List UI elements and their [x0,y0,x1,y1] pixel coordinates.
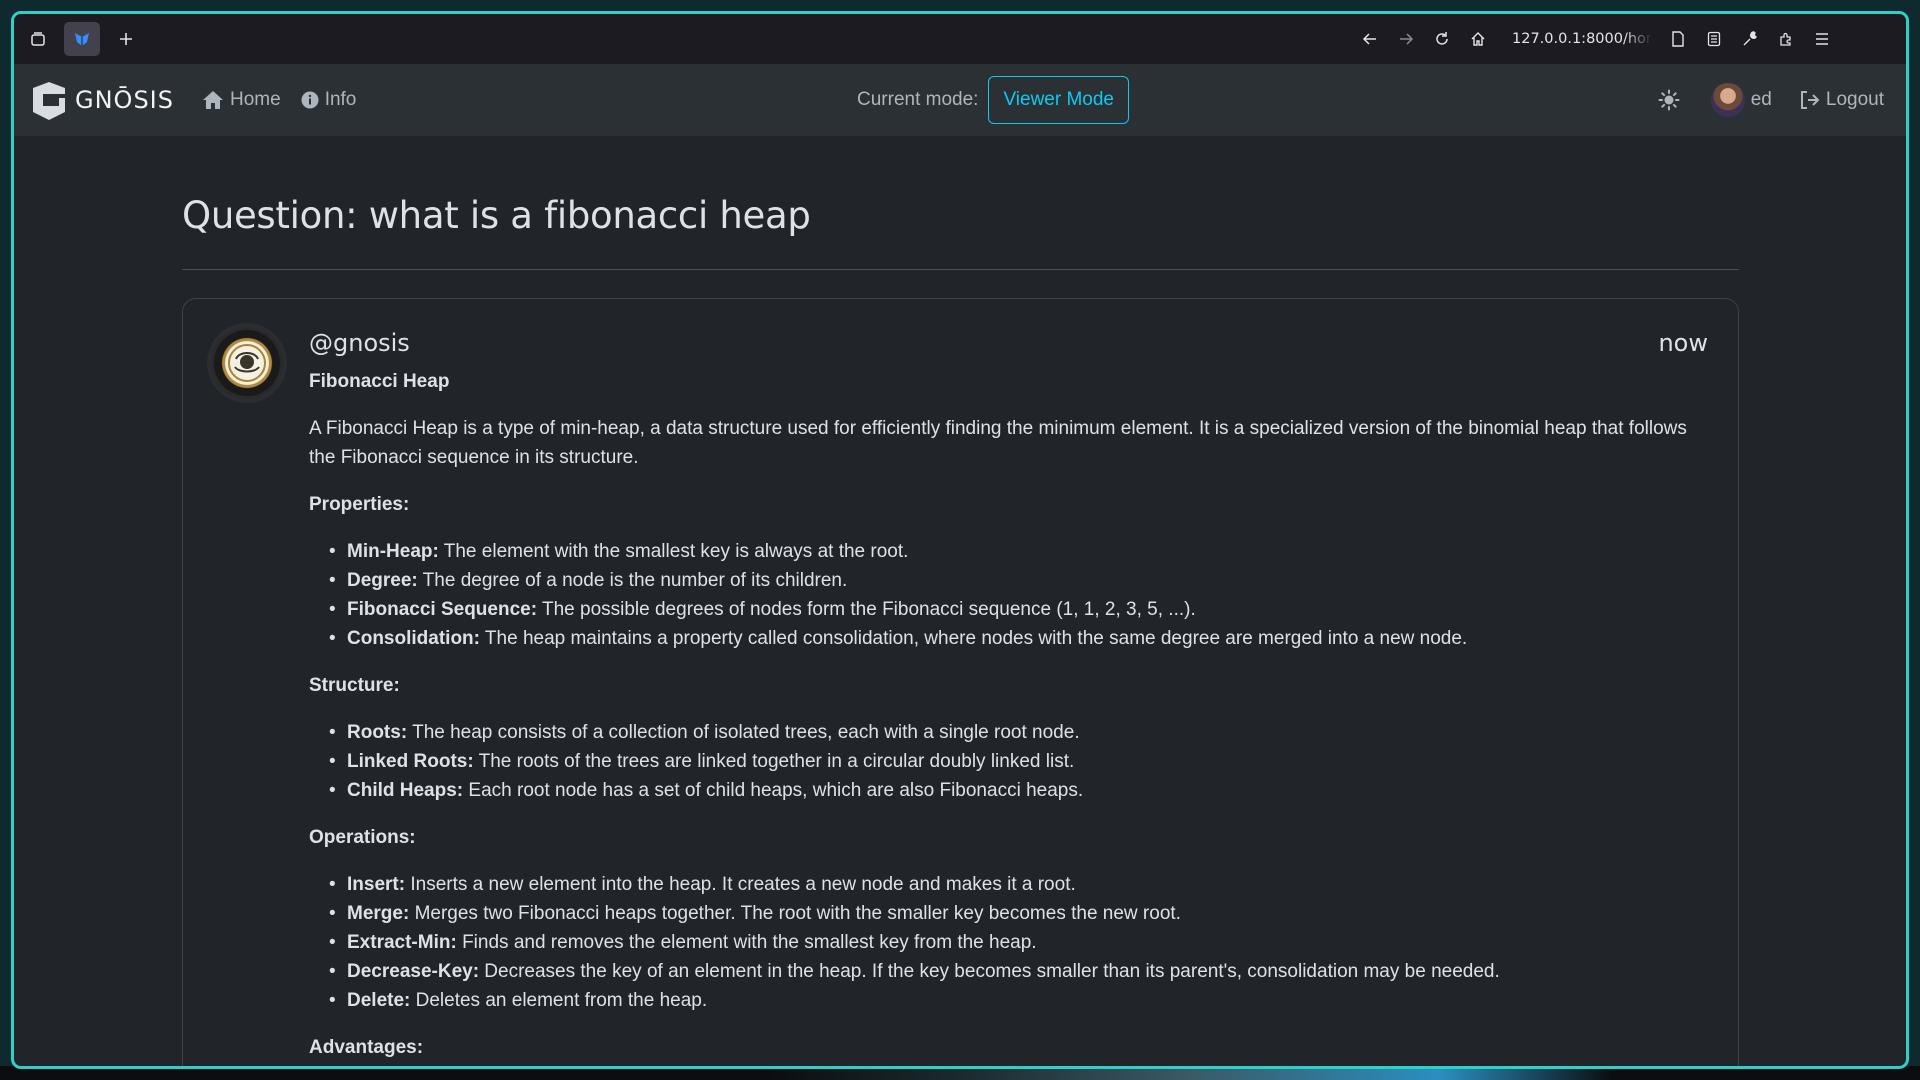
item-term: Child Heaps: [347,780,464,801]
section-title: Advantages: [309,1037,424,1058]
browser-toolbar: 127.0.0.1:8000/home [14,14,1906,64]
item-term: Insert: [347,874,406,895]
theme-toggle-button[interactable] [1649,80,1689,120]
app-navbar: GNŌSIS Home Info Current mode: Viewer Mo… [14,64,1906,136]
user-menu[interactable]: ed [1710,83,1772,117]
list-item: Consolidation: The heap maintains a prop… [329,624,1710,653]
item-text: Each root node has a set of child heaps,… [463,780,1084,801]
properties-list: Min-Heap: The element with the smallest … [329,537,1710,653]
list-item: Extract-Min: Finds and removes the eleme… [329,928,1710,957]
item-text: Inserts a new element into the heap. It … [405,874,1076,895]
item-text: The element with the smallest key is alw… [438,541,909,562]
tab-overview-icon[interactable] [22,23,54,55]
gnosis-avatar [211,327,283,399]
answer-content: Fibonacci Heap A Fibonacci Heap is a typ… [309,367,1710,1062]
post-timestamp: now [1658,329,1708,357]
sun-icon [1658,89,1680,111]
section-title: Operations: [309,827,416,848]
list-item: Merge: Merges two Fibonacci heaps togeth… [329,899,1710,928]
item-term: Delete: [347,990,411,1011]
nav-home-label: Home [230,89,281,110]
gnosis-logo-icon [33,82,65,120]
item-term: Min-Heap: [347,541,439,562]
page-title: Question: what is a fibonacci heap [182,194,811,237]
list-item: Fibonacci Sequence: The possible degrees… [329,595,1710,624]
section-title: Structure: [309,675,400,696]
item-term: Linked Roots: [347,751,474,772]
item-term: Roots: [347,722,408,743]
item-term: Merge: [347,903,410,924]
brand-name: GNŌSIS [75,86,174,114]
item-text: Finds and removes the element with the s… [456,932,1037,953]
list-item: Degree: The degree of a node is the numb… [329,566,1710,595]
medusa-emblem-icon [228,344,266,382]
item-term: Extract-Min: [347,932,457,953]
list-item: Child Heaps: Each root node has a set of… [329,776,1710,805]
author-handle[interactable]: @gnosis [309,329,410,357]
home-icon [203,91,223,109]
item-text: The heap maintains a property called con… [479,628,1468,649]
list-item: Decrease-Key: Decreases the key of an el… [329,957,1710,986]
item-text: Decreases the key of an element in the h… [479,961,1500,982]
title-divider [182,269,1739,270]
list-item: Linked Roots: The roots of the trees are… [329,747,1710,776]
list-item: Min-Heap: The element with the smallest … [329,537,1710,566]
item-term: Degree: [347,570,418,591]
item-term: Fibonacci Sequence: [347,599,538,620]
item-text: The degree of a node is the number of it… [417,570,848,591]
nav-info-link[interactable]: Info [301,89,357,111]
current-mode-label: Current mode: [857,89,979,110]
forward-arrow-icon[interactable] [1390,23,1422,55]
logout-icon [1800,91,1820,109]
answer-heading: Fibonacci Heap [309,371,450,392]
item-text: The possible degrees of nodes form the F… [537,599,1196,620]
home-browser-icon[interactable] [1462,23,1494,55]
browser-tab-active[interactable] [64,22,100,56]
item-text: The roots of the trees are linked togeth… [473,751,1075,772]
structure-list: Roots: The heap consists of a collection… [329,718,1710,805]
item-text: The heap consists of a collection of iso… [407,722,1080,743]
back-arrow-icon[interactable] [1354,23,1386,55]
nav-info-label: Info [324,89,357,110]
reload-icon[interactable] [1426,23,1458,55]
item-term: Decrease-Key: [347,961,480,982]
list-item: Delete: Deletes an element from the heap… [329,986,1710,1015]
reader-view-icon[interactable] [1698,23,1730,55]
item-term: Consolidation: [347,628,480,649]
viewer-mode-button[interactable]: Viewer Mode [988,76,1129,124]
list-item: Roots: The heap consists of a collection… [329,718,1710,747]
main-content: Question: what is a fibonacci heap @gnos… [14,194,1906,1066]
logout-label: Logout [1825,89,1884,110]
user-name: ed [1750,89,1772,110]
site-favicon-icon [75,33,89,46]
browser-window: 127.0.0.1:8000/home GNŌSIS [11,11,1909,1069]
answer-card: @gnosis now Fibonacci Heap A Fibonacci H… [182,298,1739,1066]
item-text: Merges two Fibonacci heaps together. The… [409,903,1181,924]
menu-hamburger-icon[interactable] [1806,23,1838,55]
user-avatar [1710,83,1745,117]
logout-link[interactable]: Logout [1800,89,1884,111]
answer-intro: A Fibonacci Heap is a type of min-heap, … [309,418,1687,468]
nav-home-link[interactable]: Home [202,89,281,111]
item-text: Deletes an element from the heap. [410,990,708,1011]
page-info-icon[interactable] [1662,23,1694,55]
extensions-icon[interactable] [1770,23,1802,55]
wrench-icon[interactable] [1734,23,1766,55]
list-item: Insert: Inserts a new element into the h… [329,870,1710,899]
info-icon [301,91,319,109]
address-bar[interactable]: 127.0.0.1:8000/home [1512,31,1652,47]
operations-list: Insert: Inserts a new element into the h… [329,870,1710,1015]
section-title: Properties: [309,494,410,515]
brand-logo[interactable]: GNŌSIS [29,80,174,120]
new-tab-icon[interactable] [110,23,142,55]
